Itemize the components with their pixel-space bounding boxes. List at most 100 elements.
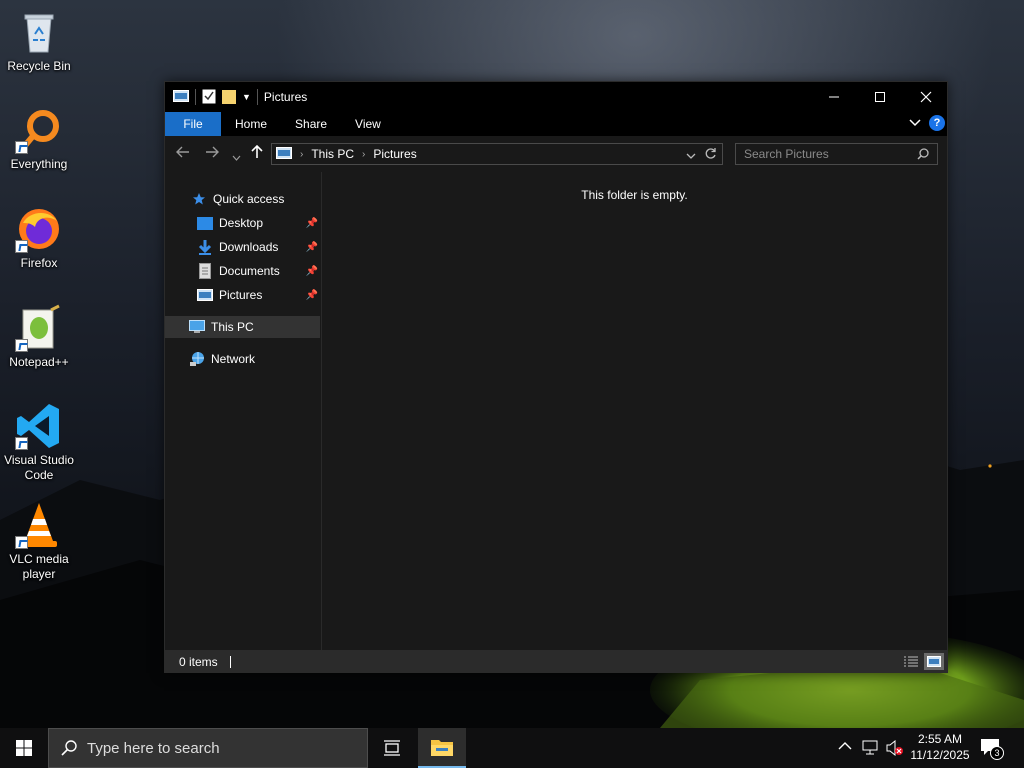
desktop-icon-notepadpp[interactable]: Notepad++ [2,304,76,370]
desktop-icon-label: VLC media player [9,552,69,581]
details-view-button[interactable] [901,653,921,670]
nav-item-label: Downloads [219,240,279,254]
customize-toolbar-chevron-icon[interactable]: ▼ [242,92,251,102]
desktop-icon-label: Firefox [20,256,58,270]
action-center-button[interactable]: 3 [980,738,1004,760]
computer-icon [189,319,205,335]
file-explorer-window: ▼ Pictures File Home Share View ? › This… [164,81,948,673]
taskbar-search-placeholder: Type here to search [87,739,220,757]
search-placeholder: Search Pictures [744,147,829,161]
pin-icon[interactable]: 📌 [306,266,318,277]
pictures-folder-icon [173,89,189,105]
breadcrumb-this-pc[interactable]: This PC [311,147,354,161]
nav-item-pictures[interactable]: Pictures 📌 [165,284,320,306]
shortcut-arrow-icon [15,141,28,154]
task-view-button[interactable] [368,728,416,768]
vlc-icon [15,501,63,549]
close-icon [920,91,932,103]
tab-file[interactable]: File [165,112,221,136]
clock-time: 2:55 AM [917,732,963,746]
desktop-icon-label: Notepad++ [9,355,69,369]
pin-icon[interactable]: 📌 [306,242,318,253]
nav-item-label: Documents [219,264,280,278]
desktop-icon-label: Visual Studio Code [4,453,74,482]
nav-item-downloads[interactable]: Downloads 📌 [165,236,320,258]
status-bar: 0 items [165,650,947,673]
tab-view[interactable]: View [341,112,395,136]
ribbon-tabs: File Home Share View ? [165,112,947,136]
nav-item-this-pc[interactable]: This PC [165,316,320,338]
recent-locations-chevron-icon[interactable] [232,148,241,165]
address-history-chevron-icon[interactable] [686,149,696,163]
expand-ribbon-chevron-icon[interactable] [909,116,921,130]
nav-item-label: Desktop [219,216,264,230]
refresh-icon[interactable] [704,147,717,163]
large-icons-view-button[interactable] [924,653,944,670]
breadcrumb-pictures[interactable]: Pictures [373,147,416,161]
notepad-plus-plus-icon [15,304,63,352]
breadcrumb-separator-icon[interactable]: › [362,149,365,160]
navigation-bar: › This PC › Pictures Search Pictures [165,136,947,172]
desktop-icon-everything[interactable]: Everything [2,106,76,172]
item-count: 0 items [179,654,218,669]
search-icon [61,740,77,756]
nav-item-network[interactable]: Network [165,348,320,370]
search-icon[interactable] [917,148,929,163]
help-icon[interactable]: ? [929,115,945,131]
pictures-icon [197,287,213,303]
nav-item-label: Network [211,352,256,366]
download-arrow-icon [197,239,213,255]
taskbar: Type here to search 2:55 AM 11/12/2025 3 [0,728,1024,768]
desktop-icon-label: Recycle Bin [7,59,71,73]
maximize-icon [875,92,885,102]
vscode-icon [15,402,63,450]
up-arrow-icon[interactable] [250,144,264,163]
desktop-icon-vscode[interactable]: Visual Studio Code [2,402,76,483]
nav-item-documents[interactable]: Documents 📌 [165,260,320,282]
shortcut-arrow-icon [15,240,28,253]
minimize-button[interactable] [811,82,857,112]
desktop-icon-firefox[interactable]: Firefox [2,205,76,271]
desktop-icon-label: Everything [10,157,68,171]
maximize-button[interactable] [857,82,903,112]
nav-item-desktop[interactable]: Desktop 📌 [165,212,320,234]
breadcrumb-separator-icon[interactable]: › [300,149,303,160]
desktop-icon-recycle-bin[interactable]: Recycle Bin [2,8,76,74]
tab-share[interactable]: Share [281,112,341,136]
toolbar-separator [195,89,196,105]
desktop-icon-vlc[interactable]: VLC media player [2,501,76,582]
everything-search-icon [15,106,63,154]
show-hidden-icons-chevron-icon[interactable] [838,740,852,754]
taskbar-file-explorer-button[interactable] [418,728,466,768]
nav-item-label: Quick access [213,192,285,206]
nav-item-quick-access[interactable]: Quick access [165,188,320,210]
start-button[interactable] [0,728,48,768]
toolbar-separator [256,89,258,105]
taskbar-search-box[interactable]: Type here to search [48,728,368,768]
new-folder-icon[interactable] [222,88,236,107]
window-title: Pictures [263,90,308,104]
pictures-location-icon [276,146,292,162]
quick-access-toolbar: ▼ [173,88,258,107]
file-list-area[interactable]: This folder is empty. [322,172,947,650]
system-clock[interactable]: 2:55 AM 11/12/2025 [906,731,974,763]
properties-icon[interactable] [202,88,216,107]
recycle-bin-icon [15,8,63,56]
pin-icon[interactable]: 📌 [306,218,318,229]
network-status-icon[interactable] [862,740,880,759]
empty-folder-message: This folder is empty. [581,188,688,202]
star-icon [191,191,207,207]
network-icon [189,351,205,367]
close-button[interactable] [903,82,949,112]
volume-muted-icon[interactable] [886,739,904,759]
address-bar[interactable]: › This PC › Pictures [271,143,723,165]
title-bar[interactable]: ▼ Pictures [165,82,947,112]
tab-home[interactable]: Home [221,112,281,136]
documents-icon [197,263,213,279]
back-arrow-icon[interactable] [176,145,190,163]
nav-item-label: This PC [211,320,254,334]
pin-icon[interactable]: 📌 [306,290,318,301]
forward-arrow-icon[interactable] [205,145,219,163]
status-separator [229,655,231,668]
search-pictures-input[interactable]: Search Pictures [735,143,938,165]
